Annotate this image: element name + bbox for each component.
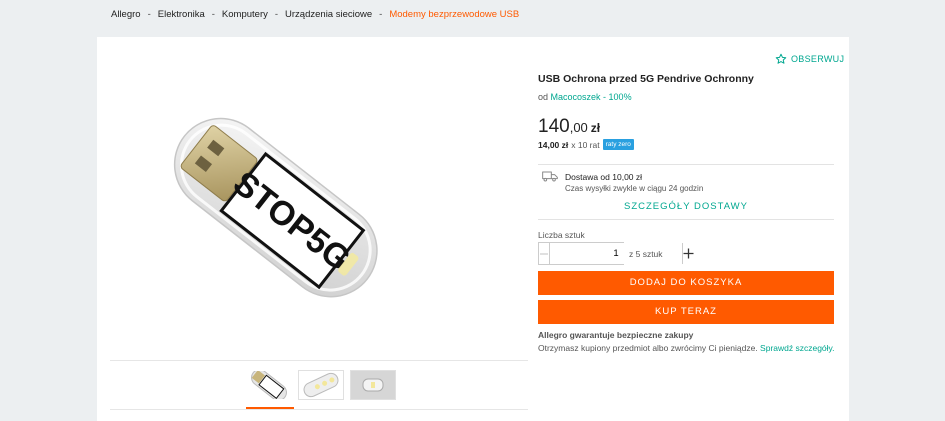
- buy-now-button[interactable]: KUP TERAZ: [538, 300, 834, 324]
- installment-amount: 14,00 zł: [538, 139, 569, 150]
- add-to-cart-button[interactable]: DODAJ DO KOSZYKA: [538, 271, 834, 295]
- guarantee-details-link[interactable]: Sprawdź szczegóły.: [760, 343, 834, 353]
- price: 140,00 zł: [538, 116, 600, 138]
- product-main-image[interactable]: STOP5G: [110, 89, 430, 321]
- minus-icon: [540, 252, 548, 255]
- watch-button[interactable]: OBSERWUJ: [775, 53, 844, 65]
- seller-info: od Macocoszek - 100%: [538, 92, 632, 102]
- quantity-stepper: [538, 242, 694, 265]
- breadcrumb-item-komputery[interactable]: Komputery: [222, 9, 268, 20]
- installment-count: x 10 rat: [571, 139, 600, 150]
- stock-count: z 5 sztuk: [629, 249, 663, 259]
- breadcrumb-item-current[interactable]: Modemy bezprzewodowe USB: [389, 9, 519, 20]
- delivery-info: Dostawa od 10,00 zł Czas wysyłki zwykle …: [565, 172, 703, 193]
- price-integer: 140: [538, 116, 570, 137]
- star-icon: [775, 53, 787, 64]
- price-currency: zł: [590, 121, 601, 135]
- thumbnail-strip: [246, 369, 396, 401]
- divider: [538, 164, 834, 165]
- plus-icon: [683, 248, 694, 259]
- thumbnail-2[interactable]: [298, 370, 344, 400]
- breadcrumb-separator: -: [147, 9, 151, 20]
- delivery-title: Dostawa od 10,00 zł: [565, 172, 643, 182]
- truck-icon: [542, 171, 558, 182]
- quantity-label: Liczba sztuk: [538, 230, 585, 240]
- gallery-divider: [110, 360, 528, 361]
- breadcrumb-separator: -: [211, 9, 215, 20]
- guarantee-title: Allegro gwarantuje bezpieczne zakupy: [538, 330, 694, 340]
- breadcrumb-item-elektronika[interactable]: Elektronika: [158, 9, 205, 20]
- guarantee-description: Otrzymasz kupiony przedmiot albo zwrócim…: [538, 343, 758, 353]
- seller-link[interactable]: Macocoszek - 100%: [551, 92, 632, 102]
- watch-label: OBSERWUJ: [791, 54, 845, 64]
- delivery-subtitle: Czas wysyłki zwykle w ciągu 24 godzin: [565, 184, 704, 193]
- breadcrumb: Allegro - Elektronika - Komputery - Urzą…: [111, 9, 519, 20]
- guarantee-text: Otrzymasz kupiony przedmiot albo zwrócim…: [538, 343, 835, 353]
- price-decimal: ,00: [569, 120, 588, 135]
- quantity-increase-button[interactable]: [683, 243, 694, 264]
- breadcrumb-separator: -: [274, 9, 279, 20]
- usb-stick-image: STOP5G: [110, 89, 430, 321]
- seller-prefix: od: [538, 92, 549, 102]
- product-title: USB Ochrona przed 5G Pendrive Ochronny: [538, 73, 754, 85]
- delivery-details-link[interactable]: SZCZEGÓŁY DOSTAWY: [538, 201, 834, 212]
- installments-info: 14,00 zł x 10 rat raty zero: [538, 139, 634, 150]
- breadcrumb-item-urzadzenia-sieciowe[interactable]: Urządzenia sieciowe: [285, 9, 372, 20]
- thumbnail-3[interactable]: [350, 370, 396, 400]
- gallery-divider-bottom: [110, 409, 528, 410]
- installment-badge[interactable]: raty zero: [602, 139, 634, 150]
- breadcrumb-separator: -: [379, 9, 383, 20]
- quantity-decrease-button[interactable]: [539, 243, 549, 264]
- divider: [538, 219, 834, 220]
- breadcrumb-item-allegro[interactable]: Allegro: [111, 9, 141, 20]
- thumbnail-1[interactable]: [246, 369, 292, 401]
